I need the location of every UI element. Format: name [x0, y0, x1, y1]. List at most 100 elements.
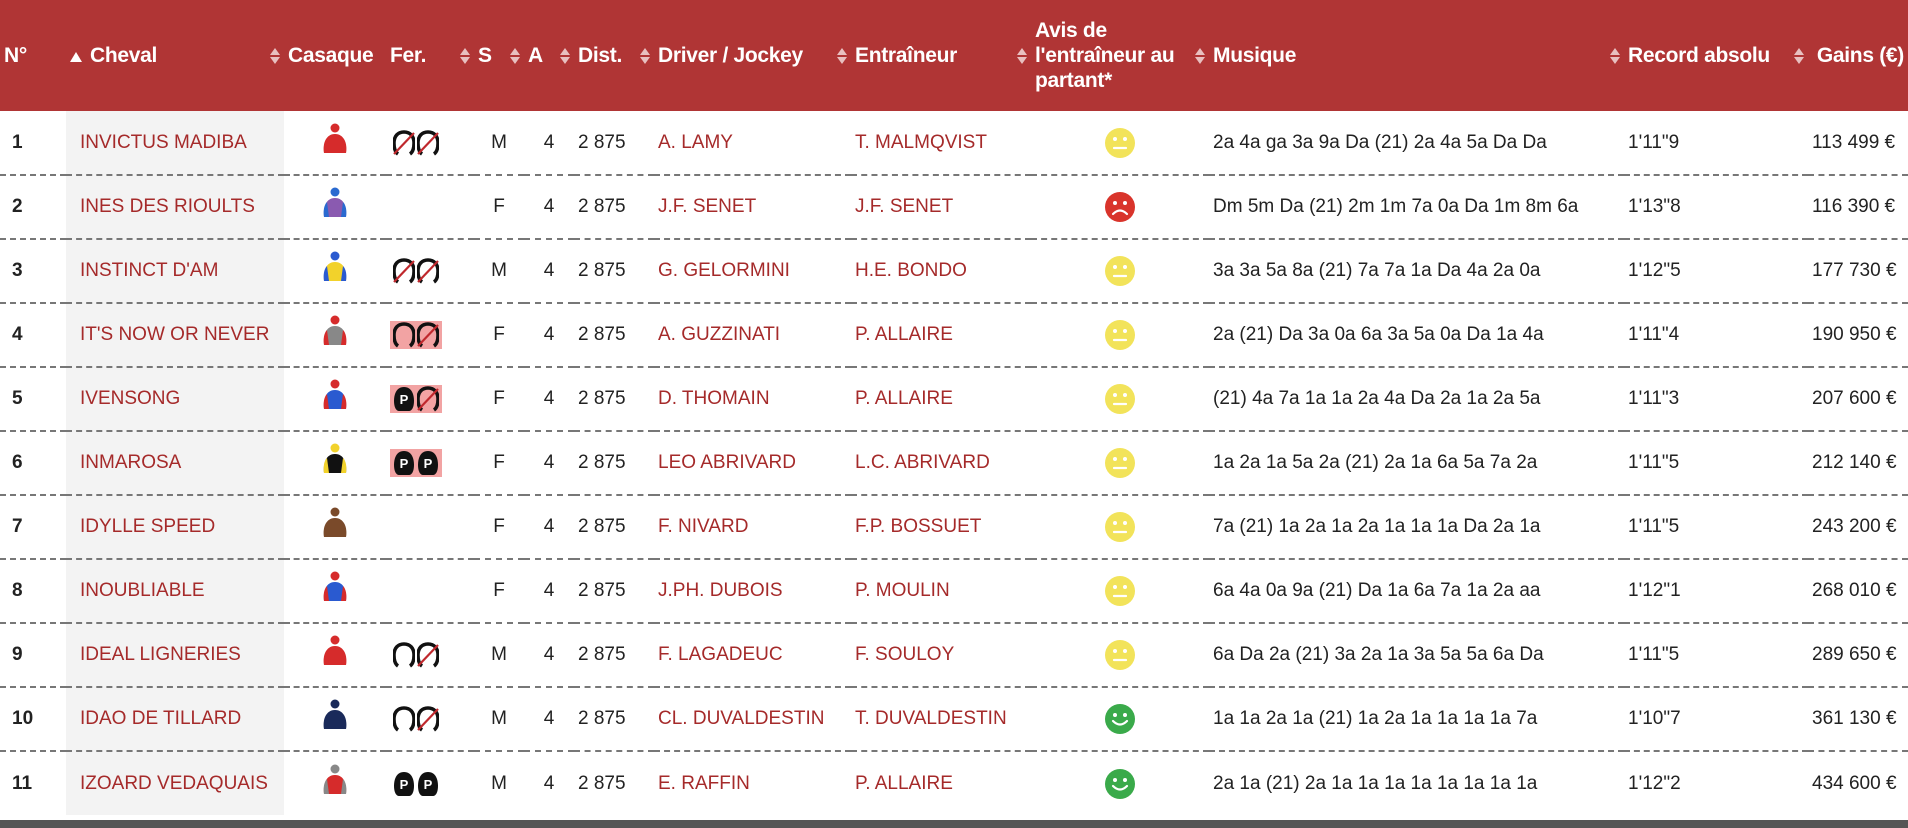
cell-driver-link[interactable]: A. GUZZINATI [654, 303, 851, 367]
cell-entraineur-link[interactable]: P. ALLAIRE [851, 367, 1031, 431]
cell-fer [386, 175, 474, 239]
sort-asc-icon [70, 51, 82, 62]
header-s[interactable]: S [474, 0, 524, 111]
cell-record: 1'12"2 [1628, 772, 1681, 794]
cell-entraineur-link[interactable]: T. MALMQVIST [851, 111, 1031, 175]
sort-icon [1610, 47, 1620, 64]
header-a[interactable]: A [524, 0, 574, 111]
table-row[interactable]: 7 IDYLLE SPEED F 4 2 875 F. NIVARD F.P. BOSSUE… [0, 495, 1908, 559]
table-row[interactable]: 2 INES DES RIOULTS F 4 2 875 J.F. SENET J.F. S… [0, 175, 1908, 239]
cell-driver-link[interactable]: A. LAMY [654, 111, 851, 175]
cell-gains: 289 650 € [1812, 644, 1897, 665]
unshod-icon [417, 258, 439, 284]
header-dist[interactable]: Dist. [574, 0, 654, 111]
table-row[interactable]: 11 IZOARD VEDAQUAIS P P M 4 2 875 E. RAFFIN P. A… [0, 751, 1908, 815]
cell-entraineur-link[interactable]: T. DUVALDESTIN [851, 687, 1031, 751]
cell-entraineur-link[interactable]: H.E. BONDO [851, 239, 1031, 303]
table-row[interactable]: 8 INOUBLIABLE F 4 2 875 J.PH. DUBOIS P. MOULIN… [0, 559, 1908, 623]
header-fer[interactable]: Fer. [386, 0, 474, 111]
sort-icon [640, 47, 650, 64]
cell-record: 1'11"5 [1628, 644, 1680, 665]
cell-cheval-link[interactable]: INOUBLIABLE [66, 559, 284, 623]
cell-driver-link[interactable]: CL. DUVALDESTIN [654, 687, 851, 751]
cell-entraineur-link[interactable]: P. ALLAIRE [851, 751, 1031, 815]
header-avis[interactable]: Avis de l'entraîneur au partant* [1031, 0, 1209, 111]
header-driver[interactable]: Driver / Jockey [654, 0, 851, 111]
sort-icon [560, 47, 570, 64]
cell-driver-link[interactable]: E. RAFFIN [654, 751, 851, 815]
unshod-icon [417, 129, 439, 155]
cell-distance: 2 875 [578, 388, 626, 409]
cell-driver-link[interactable]: F. NIVARD [654, 495, 851, 559]
cell-musique: 6a Da 2a (21) 3a 2a 1a 3a 5a 5a 6a Da [1213, 644, 1544, 665]
cell-cheval-link[interactable]: IVENSONG [66, 367, 284, 431]
cell-fer: PP [386, 431, 474, 495]
sort-icon [270, 47, 280, 64]
cell-fer [386, 687, 474, 751]
unshod-icon [417, 706, 439, 732]
cell-cheval-link[interactable]: IDEAL LIGNERIES [66, 623, 284, 687]
cell-driver-link[interactable]: LEO ABRIVARD [654, 431, 851, 495]
table-row[interactable]: 6 INMAROSA P P F 4 2 875 LEO ABRIVARD L.C. ABRIV… [0, 431, 1908, 495]
neutral-smiley-icon [1105, 320, 1135, 350]
cell-age: 4 [543, 644, 555, 665]
cell-cheval-link[interactable]: IT'S NOW OR NEVER [66, 303, 284, 367]
cell-driver-link[interactable]: F. LAGADEUC [654, 623, 851, 687]
cell-entraineur-link[interactable]: F.P. BOSSUET [851, 495, 1031, 559]
header-musique[interactable]: Musique [1209, 0, 1624, 111]
table-row[interactable]: 5 IVENSONG P F 4 2 875 D. THOMAIN P. ALLAIRE (21… [0, 367, 1908, 431]
unshod-icon [393, 129, 415, 155]
cell-musique: 2a (21) Da 3a 0a 6a 3a 5a 0a Da 1a 4a [1213, 324, 1544, 345]
cell-entraineur-link[interactable]: P. MOULIN [851, 559, 1031, 623]
header-record[interactable]: Record absolu [1624, 0, 1808, 111]
table-row[interactable]: 3 INSTINCT D'AM M 4 2 875 G. GELORMINI H.E. BO… [0, 239, 1908, 303]
cell-driver-link[interactable]: J.F. SENET [654, 175, 851, 239]
cell-cheval-link[interactable]: INMAROSA [66, 431, 284, 495]
cell-cheval-link[interactable]: IZOARD VEDAQUAIS [66, 751, 284, 815]
shoeing-badge [390, 129, 442, 157]
header-gains[interactable]: Gains (€) [1808, 0, 1908, 111]
cell-cheval-link[interactable]: IDAO DE TILLARD [66, 687, 284, 751]
cell-entraineur-link[interactable]: P. ALLAIRE [851, 303, 1031, 367]
cell-gains: 243 200 € [1812, 516, 1897, 537]
cell-distance: 2 875 [578, 516, 626, 537]
silk-icon [323, 187, 347, 217]
header-entraineur[interactable]: Entraîneur [851, 0, 1031, 111]
cell-gains: 268 010 € [1812, 580, 1897, 601]
cell-sexe: F [493, 580, 505, 601]
cell-fer [386, 111, 474, 175]
cell-fer [386, 559, 474, 623]
cell-cheval-link[interactable]: INES DES RIOULTS [66, 175, 284, 239]
cell-cheval-link[interactable]: INSTINCT D'AM [66, 239, 284, 303]
cell-entraineur-link[interactable]: J.F. SENET [851, 175, 1031, 239]
cell-casaque [284, 303, 386, 367]
happy-smiley-icon [1105, 768, 1135, 799]
sort-icon [460, 47, 470, 64]
cell-age: 4 [543, 260, 555, 281]
cell-fer [386, 623, 474, 687]
partants-table: N° Cheval Casaque Fer. S A Dist. Driver … [0, 0, 1908, 815]
silk-icon [323, 507, 347, 537]
cell-sexe: M [491, 772, 507, 794]
cell-driver-link[interactable]: D. THOMAIN [654, 367, 851, 431]
table-row[interactable]: 4 IT'S NOW OR NEVER F 4 2 875 A. GUZZINATI P. … [0, 303, 1908, 367]
cell-cheval-link[interactable]: IDYLLE SPEED [66, 495, 284, 559]
plate-icon: P [418, 451, 438, 475]
header-cheval[interactable]: Cheval [66, 0, 284, 111]
table-row[interactable]: 9 IDEAL LIGNERIES M 4 2 875 F. LAGADEUC F. SOU… [0, 623, 1908, 687]
cell-num: 4 [12, 324, 23, 345]
cell-entraineur-link[interactable]: L.C. ABRIVARD [851, 431, 1031, 495]
shoeing-badge [390, 641, 442, 669]
cell-gains: 190 950 € [1812, 324, 1897, 345]
cell-driver-link[interactable]: J.PH. DUBOIS [654, 559, 851, 623]
header-num[interactable]: N° [0, 0, 66, 111]
cell-driver-link[interactable]: G. GELORMINI [654, 239, 851, 303]
cell-age: 4 [543, 708, 555, 729]
table-row[interactable]: 1 INVICTUS MADIBA M 4 2 875 A. LAMY T. MALMQVI… [0, 111, 1908, 175]
cell-record: 1'11"5 [1628, 516, 1680, 537]
cell-entraineur-link[interactable]: F. SOULOY [851, 623, 1031, 687]
table-row[interactable]: 10 IDAO DE TILLARD M 4 2 875 CL. DUVALDESTIN T… [0, 687, 1908, 751]
cell-musique: 7a (21) 1a 2a 1a 2a 1a 1a 1a Da 2a 1a [1213, 516, 1541, 537]
cell-cheval-link[interactable]: INVICTUS MADIBA [66, 111, 284, 175]
cell-gains: 116 390 € [1812, 196, 1896, 217]
